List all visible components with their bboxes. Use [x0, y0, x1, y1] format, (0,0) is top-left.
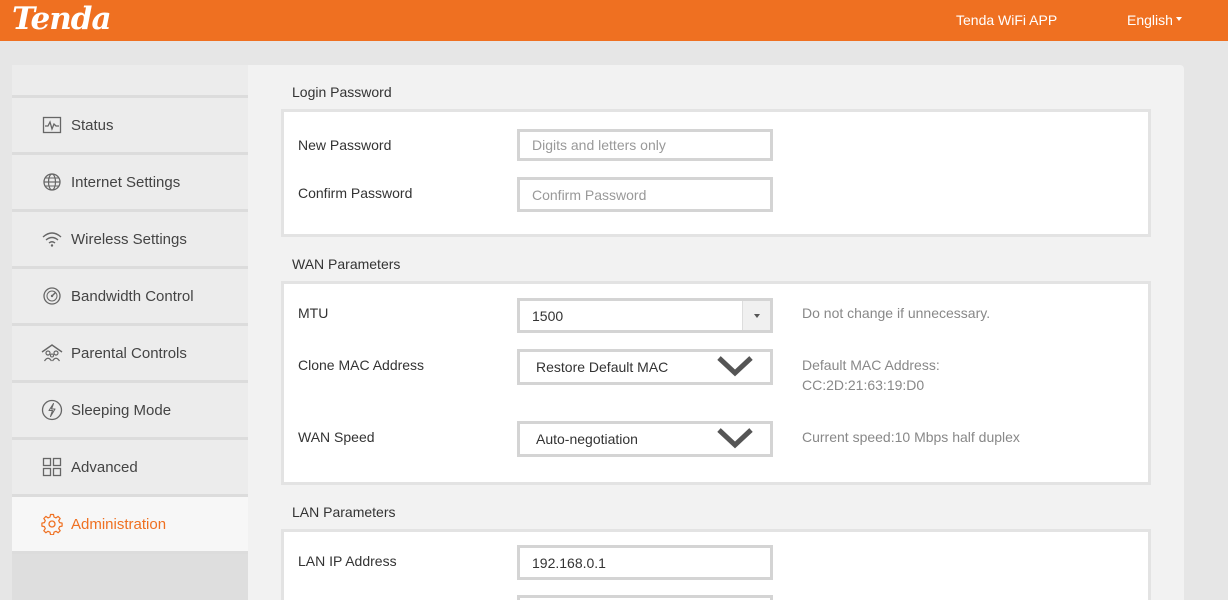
- language-selector[interactable]: English: [1127, 12, 1182, 28]
- sidebar-item-label: Advanced: [71, 458, 138, 476]
- sidebar-item-label: Wireless Settings: [71, 230, 187, 248]
- lan-parameters-panel: LAN IP Address 192.168.0.1: [281, 529, 1151, 600]
- sleep-icon: [41, 399, 63, 421]
- wan-parameters-panel: MTU 1500 Do not change if unnecessary. C…: [281, 281, 1151, 485]
- chevron-down-icon: [717, 356, 753, 377]
- lan-ip-label: LAN IP Address: [298, 553, 397, 569]
- chevron-down-icon: [717, 428, 753, 449]
- clone-mac-label: Clone MAC Address: [298, 357, 425, 373]
- sidebar-item-advanced[interactable]: Advanced: [12, 440, 248, 497]
- mtu-combobox[interactable]: 1500: [517, 298, 773, 333]
- sidebar-item-label: Parental Controls: [71, 344, 187, 362]
- sidebar-item-wireless-settings[interactable]: Wireless Settings: [12, 212, 248, 269]
- gear-icon: [41, 513, 63, 535]
- sidebar-item-label: Administration: [71, 515, 167, 533]
- status-icon: [41, 114, 63, 136]
- wan-speed-value: Auto-negotiation: [536, 431, 638, 447]
- sidebar-item-internet-settings[interactable]: Internet Settings: [12, 155, 248, 212]
- sidebar-item-label: Sleeping Mode: [71, 401, 172, 419]
- clone-mac-value: Restore Default MAC: [536, 359, 669, 375]
- login-password-panel: New Password Confirm Password: [281, 109, 1151, 237]
- grid-icon: [41, 456, 63, 478]
- mtu-value: 1500: [532, 307, 564, 324]
- sidebar-item-bandwidth-control[interactable]: Bandwidth Control: [12, 269, 248, 326]
- tenda-wifi-app-link[interactable]: Tenda WiFi APP: [956, 12, 1057, 28]
- caret-down-icon: [753, 313, 760, 318]
- sidebar: Status Internet Settings Wireless Settin…: [12, 65, 248, 600]
- lan-ip-value: 192.168.0.1: [532, 554, 606, 571]
- sidebar-item-sleeping-mode[interactable]: Sleeping Mode: [12, 383, 248, 440]
- sidebar-item-label: Internet Settings: [71, 173, 181, 191]
- main-content: Login Password New Password Confirm Pass…: [248, 65, 1184, 600]
- caret-down-icon: [1175, 17, 1182, 22]
- sidebar-item-label: Status: [71, 116, 114, 134]
- mtu-dropdown-button[interactable]: [742, 301, 770, 330]
- default-mac-value: CC:2D:21:63:19:D0: [802, 377, 925, 393]
- sidebar-header: [12, 65, 248, 98]
- new-password-input[interactable]: [517, 129, 773, 161]
- mtu-label: MTU: [298, 305, 329, 321]
- wan-speed-hint: Current speed:10 Mbps half duplex: [802, 429, 1020, 445]
- lan-ip-input[interactable]: 192.168.0.1: [517, 545, 773, 580]
- wan-speed-select[interactable]: Auto-negotiation: [517, 421, 773, 457]
- sidebar-item-parental-controls[interactable]: Parental Controls: [12, 326, 248, 383]
- confirm-password-input[interactable]: [517, 177, 773, 212]
- tenda-logo[interactable]: Tenda: [12, 1, 112, 37]
- mtu-hint: Do not change if unnecessary.: [802, 305, 991, 321]
- globe-icon: [41, 171, 63, 193]
- new-password-label: New Password: [298, 137, 392, 153]
- language-label: English: [1127, 12, 1173, 28]
- default-mac-info: Default MAC Address: CC:2D:21:63:19:D0: [802, 355, 940, 395]
- family-icon: [41, 342, 63, 364]
- gauge-icon: [41, 285, 63, 307]
- wan-parameters-title: WAN Parameters: [292, 256, 401, 272]
- sidebar-item-label: Bandwidth Control: [71, 287, 194, 305]
- default-mac-label: Default MAC Address:: [802, 357, 940, 373]
- top-bar: Tenda Tenda WiFi APP English: [0, 0, 1228, 41]
- sidebar-item-status[interactable]: Status: [12, 98, 248, 155]
- lan-next-input[interactable]: [517, 595, 773, 600]
- wifi-icon: [41, 228, 63, 250]
- clone-mac-select[interactable]: Restore Default MAC: [517, 349, 773, 385]
- confirm-password-label: Confirm Password: [298, 185, 413, 201]
- lan-parameters-title: LAN Parameters: [292, 504, 396, 520]
- sidebar-item-administration[interactable]: Administration: [12, 497, 248, 554]
- login-password-title: Login Password: [292, 84, 392, 100]
- wan-speed-label: WAN Speed: [298, 429, 375, 445]
